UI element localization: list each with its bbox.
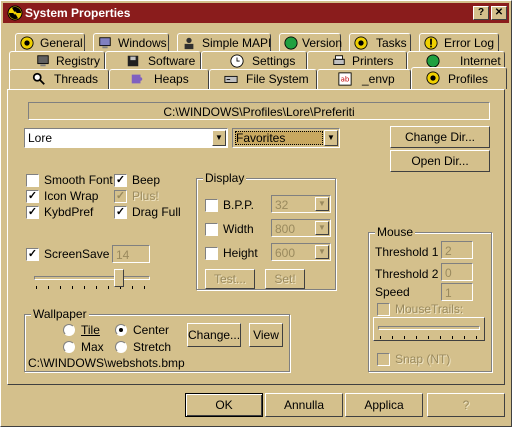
chevron-down-icon[interactable]: ▼ <box>315 197 329 211</box>
radiation-icon <box>20 36 34 50</box>
tab-windows[interactable]: Windows <box>93 33 169 53</box>
profiles-panel: C:\WINDOWS\Profiles\Lore\Preferiti Lore … <box>7 89 505 385</box>
profile-path-field: C:\WINDOWS\Profiles\Lore\Preferiti <box>28 102 490 120</box>
tab-settings[interactable]: Settings <box>201 51 307 71</box>
warning-icon <box>424 36 438 50</box>
radiation-icon <box>7 5 23 21</box>
bpp-checkbox[interactable] <box>205 199 218 212</box>
tab-printers[interactable]: Printers <box>307 51 407 71</box>
test-button[interactable]: Test... <box>205 269 255 289</box>
chevron-down-icon[interactable]: ▼ <box>315 245 329 259</box>
screensave-timeout-field[interactable]: 14 <box>112 245 150 263</box>
clock-icon <box>230 54 244 68</box>
tab-envp[interactable]: ab _envp <box>317 69 411 89</box>
width-select[interactable]: 800 ▼ <box>271 219 331 237</box>
tab-tasks[interactable]: Tasks <box>349 33 411 53</box>
radiation-icon <box>354 36 368 50</box>
computer-icon <box>37 55 49 67</box>
tab-software[interactable]: Software <box>105 51 201 71</box>
screensave-checkbox[interactable]: ✓ <box>26 248 39 261</box>
threshold1-field[interactable]: 2 <box>441 241 473 259</box>
globe-icon <box>426 54 440 68</box>
height-select[interactable]: 600 ▼ <box>271 243 331 261</box>
threshold2-field[interactable]: 0 <box>441 263 473 281</box>
user-icon <box>184 37 194 50</box>
tab-threads[interactable]: Threads <box>9 69 109 89</box>
drag-full-checkbox[interactable]: ✓ <box>114 206 127 219</box>
height-checkbox[interactable] <box>205 247 218 260</box>
center-radio[interactable] <box>115 324 127 336</box>
printer-icon <box>333 55 345 65</box>
beep-checkbox[interactable]: ✓ <box>114 174 127 187</box>
tab-profiles[interactable]: Profiles <box>411 67 507 89</box>
slider-thumb[interactable] <box>114 269 124 287</box>
bpp-select[interactable]: 32 ▼ <box>271 195 331 213</box>
ab-icon: ab <box>338 72 352 86</box>
icon-wrap-checkbox[interactable]: ✓ <box>26 190 39 203</box>
help-title-button[interactable]: ? <box>473 6 489 20</box>
smooth-font-checkbox[interactable] <box>26 174 39 187</box>
wallpaper-change-button[interactable]: Change... <box>187 323 241 347</box>
plus-checkbox[interactable]: ✓ <box>114 190 127 203</box>
speed-field[interactable]: 1 <box>441 283 473 301</box>
stretch-radio[interactable] <box>115 341 127 353</box>
globe-icon <box>284 36 298 50</box>
help-button[interactable]: ? <box>427 393 505 417</box>
wallpaper-view-button[interactable]: View <box>249 323 283 347</box>
apply-button[interactable]: Applica <box>345 393 423 417</box>
close-title-button[interactable]: ✕ <box>491 6 507 20</box>
disk-icon <box>127 55 139 67</box>
open-dir-button[interactable]: Open Dir... <box>390 150 490 172</box>
folder-select[interactable]: Favorites ▼ <box>232 128 340 148</box>
title-bar[interactable]: System Properties ? ✕ <box>3 3 509 23</box>
user-select[interactable]: Lore ▼ <box>24 128 228 148</box>
change-dir-button[interactable]: Change Dir... <box>390 126 490 148</box>
snap-nt-checkbox[interactable] <box>377 353 390 366</box>
width-checkbox[interactable] <box>205 223 218 236</box>
system-properties-window: System Properties ? ✕ General Windows Si… <box>0 0 512 427</box>
tile-radio[interactable] <box>63 324 75 336</box>
set-button[interactable]: Set! <box>265 269 305 289</box>
kybd-pref-checkbox[interactable]: ✓ <box>26 206 39 219</box>
screensave-slider[interactable] <box>30 268 154 292</box>
ok-button[interactable]: OK <box>185 393 263 417</box>
chevron-down-icon[interactable]: ▼ <box>315 221 329 235</box>
radiation-icon <box>426 71 440 85</box>
tab-version[interactable]: Version <box>279 33 342 53</box>
chevron-down-icon[interactable]: ▼ <box>212 130 226 146</box>
wallpaper-file-path: C:\WINDOWS\webshots.bmp <box>28 356 185 370</box>
computer-icon <box>99 37 111 49</box>
mouse-group: Mouse Threshold 1 2 Threshold 2 0 Speed … <box>368 225 492 372</box>
mouse-trails-slider[interactable] <box>373 317 485 341</box>
mouse-trails-checkbox[interactable] <box>377 303 390 316</box>
window-title: System Properties <box>25 6 131 20</box>
tab-heaps[interactable]: Heaps <box>109 69 209 89</box>
tab-simple-mapi[interactable]: Simple MAPI <box>177 33 271 53</box>
chevron-down-icon[interactable]: ▼ <box>324 130 338 146</box>
cancel-button[interactable]: Annulla <box>265 393 343 417</box>
max-radio[interactable] <box>63 341 75 353</box>
svg-text:ab: ab <box>341 76 350 84</box>
display-group: Display B.P.P. 32 ▼ Width 800 ▼ Height 6… <box>196 171 336 290</box>
tab-general[interactable]: General <box>15 33 85 53</box>
tab-registry[interactable]: Registry <box>9 51 105 71</box>
puzzle-icon <box>131 74 143 84</box>
tab-file-system[interactable]: File System <box>209 69 317 89</box>
magnifier-icon <box>32 72 45 85</box>
drive-icon <box>224 75 238 83</box>
tab-error-log[interactable]: Error Log <box>419 33 499 53</box>
